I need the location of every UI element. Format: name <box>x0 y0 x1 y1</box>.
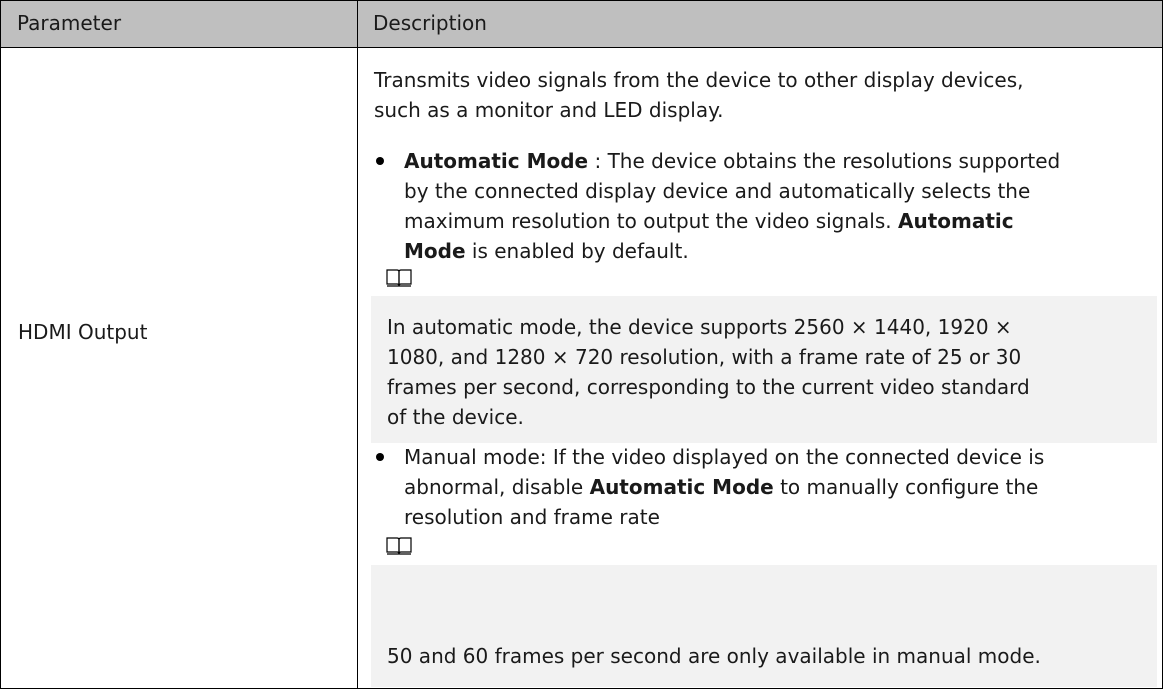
bullet2-line-1: Manual mode: If the video displayed on t… <box>404 445 1045 469</box>
header-description: Description <box>373 11 487 35</box>
parameter-table: Parameter Description HDMI Output Transm… <box>0 0 1163 689</box>
term-automatic-mode: Automatic Mode <box>589 475 774 499</box>
note1-line-2: 1080, and 1280 × 720 resolution, with a … <box>387 345 1022 369</box>
bullet-dot <box>376 453 384 461</box>
note2-text: 50 and 60 frames per second are only ava… <box>387 644 1041 668</box>
open-book-icon <box>386 537 412 555</box>
description-intro-line-2: such as a monitor and LED display. <box>374 98 724 122</box>
note1-line-4: of the device. <box>387 405 524 429</box>
header-parameter: Parameter <box>17 11 122 35</box>
term-automatic-mode: Automatic Mode <box>404 149 589 173</box>
bullet1-line-1: Automatic Mode : The device obtains the … <box>404 149 1061 173</box>
bullet1-line-3: maximum resolution to output the video s… <box>404 209 1014 233</box>
table-header: Parameter Description <box>1 1 1162 48</box>
note1-line-3: frames per second, corresponding to the … <box>387 375 1030 399</box>
bullet1-line-4: Mode is enabled by default. <box>404 239 689 263</box>
column-divider <box>357 1 358 688</box>
bullet1-line-2: by the connected display device and auto… <box>404 179 1031 203</box>
bullet-dot <box>376 157 384 165</box>
note1-line-1: In automatic mode, the device supports 2… <box>387 315 1012 339</box>
bullet2-line-3: resolution and frame rate <box>404 505 660 529</box>
bullet2-line-2: abnormal, disable Automatic Mode to manu… <box>404 475 1039 499</box>
description-intro-line-1: Transmits video signals from the device … <box>374 68 1024 92</box>
parameter-name: HDMI Output <box>18 320 148 344</box>
open-book-icon <box>386 269 412 287</box>
